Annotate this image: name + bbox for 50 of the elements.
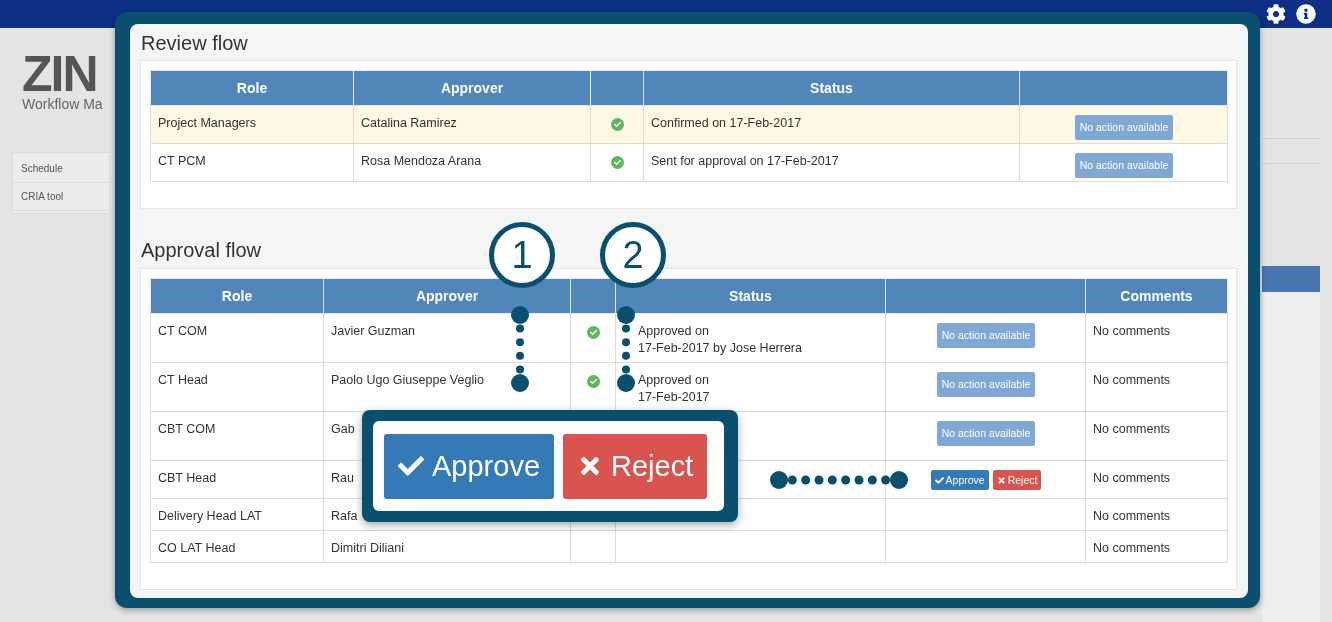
check-icon (934, 475, 944, 485)
status-badge: No action available (1074, 115, 1174, 140)
section-title: Review flow (141, 31, 248, 56)
status-badge: No action available (936, 372, 1036, 397)
table-cell: CBT COM (150, 411, 324, 461)
table-cell: CBT Head (150, 460, 324, 499)
app-subtitle: Workflow Ma (22, 96, 104, 112)
sidebar-item[interactable]: CRIA tool (13, 183, 109, 211)
table-cell: CT PCM (150, 143, 354, 182)
info-icon[interactable] (1296, 4, 1316, 24)
table-cell: CT COM (150, 313, 324, 363)
check-icon (611, 118, 624, 131)
table-cell: Dimitri Diliani (323, 530, 571, 563)
table-cell: Project Managers (150, 105, 354, 144)
table-cell: No comments (1085, 498, 1228, 531)
settings-icon[interactable] (1266, 4, 1286, 24)
table-cell: No comments (1085, 362, 1228, 412)
status-badge: No action available (936, 323, 1036, 348)
table-cell: Delivery Head LAT (150, 498, 324, 531)
table-cell: No comments (1085, 530, 1228, 563)
reject-button[interactable]: Reject (563, 433, 708, 499)
column-header: Role (150, 70, 354, 106)
table-cell: Sent for approval on 17-Feb-2017 (643, 143, 1020, 182)
table-cell: CT Head (150, 362, 324, 412)
column-header: Status (615, 278, 886, 314)
approve-button[interactable]: Approve (384, 433, 554, 499)
check-icon (587, 375, 600, 388)
table-cell: Rosa Mendoza Arana (353, 143, 591, 182)
approve-button[interactable]: Approve (930, 470, 989, 490)
status-badge: No action available (936, 421, 1036, 446)
logo: ZIN (22, 54, 97, 94)
reject-button[interactable]: Reject (992, 470, 1042, 490)
table-cell: Confirmed on 17-Feb-2017 (643, 105, 1020, 144)
column-header: Comments (1085, 278, 1228, 314)
table-cell: No comments (1085, 460, 1228, 499)
check-icon (587, 326, 600, 339)
table-cell: No comments (1085, 313, 1228, 363)
check-icon (611, 156, 624, 169)
close-icon (996, 475, 1006, 485)
column-header: Approver (353, 70, 591, 106)
section-title: Approval flow (141, 238, 262, 263)
status-badge: No action available (1074, 153, 1174, 178)
sidebar-item[interactable]: Schedule (13, 155, 109, 183)
table-cell: Catalina Ramirez (353, 105, 591, 144)
table-cell: CO LAT Head (150, 530, 324, 563)
table-cell: No comments (1085, 411, 1228, 461)
column-header: Status (643, 70, 1020, 106)
column-header: Approver (323, 278, 571, 314)
check-icon (398, 453, 424, 479)
column-header: Role (150, 278, 324, 314)
